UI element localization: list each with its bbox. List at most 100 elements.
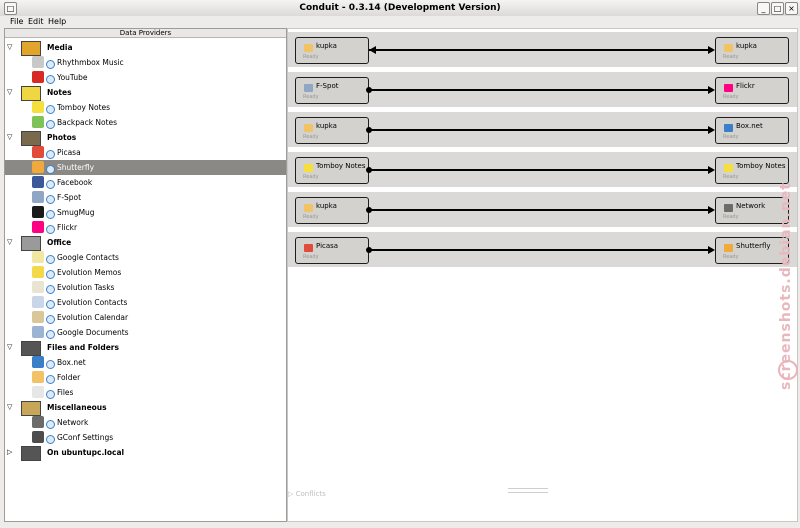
category-row[interactable]: ▽ Miscellaneous [5, 400, 286, 416]
provider-row[interactable]: Network [5, 415, 286, 430]
category-row[interactable]: ▽ Photos [5, 130, 286, 146]
evolution-tasks-icon [32, 281, 44, 293]
category-row[interactable]: ▽ Files and Folders [5, 340, 286, 356]
target-dataprovider[interactable]: Flickr Ready [715, 77, 789, 104]
provider-row[interactable]: Google Contacts [5, 250, 286, 265]
picasa-icon [304, 244, 313, 252]
expander-open-icon[interactable]: ▽ [7, 133, 12, 142]
menu-edit[interactable]: Edit [28, 16, 44, 28]
twoway-sync-icon [46, 420, 55, 429]
menu-help[interactable]: Help [48, 16, 66, 28]
target-label: Shutterfly [736, 242, 771, 250]
maximize-icon[interactable]: □ [771, 2, 784, 15]
window-title: Conduit - 0.3.14 (Development Version) [299, 3, 501, 13]
provider-label: Google Contacts [57, 253, 119, 262]
provider-row[interactable]: Evolution Memos [5, 265, 286, 280]
provider-row[interactable]: Evolution Calendar [5, 310, 286, 325]
target-label: kupka [736, 42, 757, 50]
expander-open-icon[interactable]: ▽ [7, 343, 12, 352]
watermark-logo-icon [778, 360, 798, 380]
target-label: Flickr [736, 82, 755, 90]
target-status: Ready [723, 94, 739, 100]
provider-row[interactable]: Shutterfly [5, 160, 286, 175]
arrow-right-icon [708, 126, 715, 134]
provider-row[interactable]: Evolution Contacts [5, 295, 286, 310]
twoway-sync-icon [46, 270, 55, 279]
provider-label: Evolution Tasks [57, 283, 115, 292]
target-dataprovider[interactable]: Box.net Ready [715, 117, 789, 144]
conduit-connection[interactable] [369, 249, 713, 251]
source-dataprovider[interactable]: F-Spot Ready [295, 77, 369, 104]
source-dataprovider[interactable]: kupka Ready [295, 37, 369, 64]
provider-row[interactable]: Tomboy Notes [5, 100, 286, 115]
pane-grip[interactable] [508, 488, 548, 493]
provider-row[interactable]: F-Spot [5, 190, 286, 205]
tomboy-icon [724, 164, 733, 172]
provider-row[interactable]: Rhythmbox Music [5, 55, 286, 70]
provider-label: YouTube [57, 73, 88, 82]
category-row[interactable]: ▽ Media [5, 40, 286, 56]
target-dataprovider[interactable]: kupka Ready [715, 37, 789, 64]
folder-icon [32, 371, 44, 383]
source-label: Picasa [316, 242, 339, 250]
source-dataprovider[interactable]: kupka Ready [295, 117, 369, 144]
provider-row[interactable]: GConf Settings [5, 430, 286, 445]
conduit-connection[interactable] [369, 129, 713, 131]
provider-label: Tomboy Notes [57, 103, 111, 112]
twoway-sync-icon [46, 195, 55, 204]
data-providers-panel: Data Providers ▽ Media Rhythmbox Music YouT… [4, 28, 287, 522]
provider-row[interactable]: SmugMug [5, 205, 286, 220]
source-dataprovider[interactable]: kupka Ready [295, 197, 369, 224]
minimize-icon[interactable]: _ [757, 2, 770, 15]
conduit-connection[interactable] [369, 169, 713, 171]
provider-row[interactable]: Backpack Notes [5, 115, 286, 130]
provider-label: Files [57, 388, 74, 397]
provider-row[interactable]: Box.net [5, 355, 286, 370]
category-row[interactable]: ▷ On ubuntupc.local [5, 445, 286, 461]
expander-open-icon[interactable]: ▽ [7, 238, 12, 247]
expander-closed-icon[interactable]: ▷ [7, 448, 12, 457]
provider-row[interactable]: Files [5, 385, 286, 400]
conduit-connection[interactable] [369, 89, 713, 91]
provider-row[interactable]: Evolution Tasks [5, 280, 286, 295]
google-contacts-icon [32, 251, 44, 263]
conflicts-expander[interactable]: ▷ Conflicts [288, 490, 326, 498]
facebook-icon [32, 176, 44, 188]
sync-canvas[interactable]: kupka Ready kupka Ready F-Spot Ready Flickr Rea… [287, 28, 798, 522]
conduit-connection[interactable] [369, 49, 713, 51]
smugmug-icon [32, 206, 44, 218]
expander-open-icon[interactable]: ▽ [7, 403, 12, 412]
source-dataprovider[interactable]: Tomboy Notes Ready [295, 157, 369, 184]
close-icon[interactable]: × [785, 2, 798, 15]
menu-file[interactable]: File [10, 16, 23, 28]
source-status: Ready [303, 94, 319, 100]
provider-row[interactable]: Picasa [5, 145, 286, 160]
twoway-sync-icon [46, 330, 55, 339]
provider-row[interactable]: Flickr [5, 220, 286, 235]
provider-row[interactable]: Facebook [5, 175, 286, 190]
computer-icon [21, 341, 41, 356]
provider-label: GConf Settings [57, 433, 114, 442]
data-providers-header[interactable]: Data Providers [5, 29, 286, 38]
source-dataprovider[interactable]: Picasa Ready [295, 237, 369, 264]
provider-row[interactable]: Google Documents [5, 325, 286, 340]
category-row[interactable]: ▽ Notes [5, 85, 286, 101]
conduit-connection[interactable] [369, 209, 713, 211]
provider-label: Box.net [57, 358, 86, 367]
expander-open-icon[interactable]: ▽ [7, 43, 12, 52]
provider-label: Shutterfly [57, 163, 95, 172]
category-label: Media [47, 43, 73, 52]
provider-row[interactable]: Folder [5, 370, 286, 385]
provider-row[interactable]: YouTube [5, 70, 286, 85]
twoway-sync-icon [46, 315, 55, 324]
expander-open-icon[interactable]: ▽ [7, 88, 12, 97]
office-icon [21, 236, 41, 251]
shutterfly-icon [32, 161, 44, 173]
twoway-sync-icon [46, 210, 55, 219]
twoway-sync-icon [46, 75, 55, 84]
provider-label: Evolution Calendar [57, 313, 129, 322]
category-row[interactable]: ▽ Office [5, 235, 286, 251]
twoway-sync-icon [46, 435, 55, 444]
gconf-icon [32, 431, 44, 443]
window-menu-icon[interactable]: □ [4, 2, 17, 15]
